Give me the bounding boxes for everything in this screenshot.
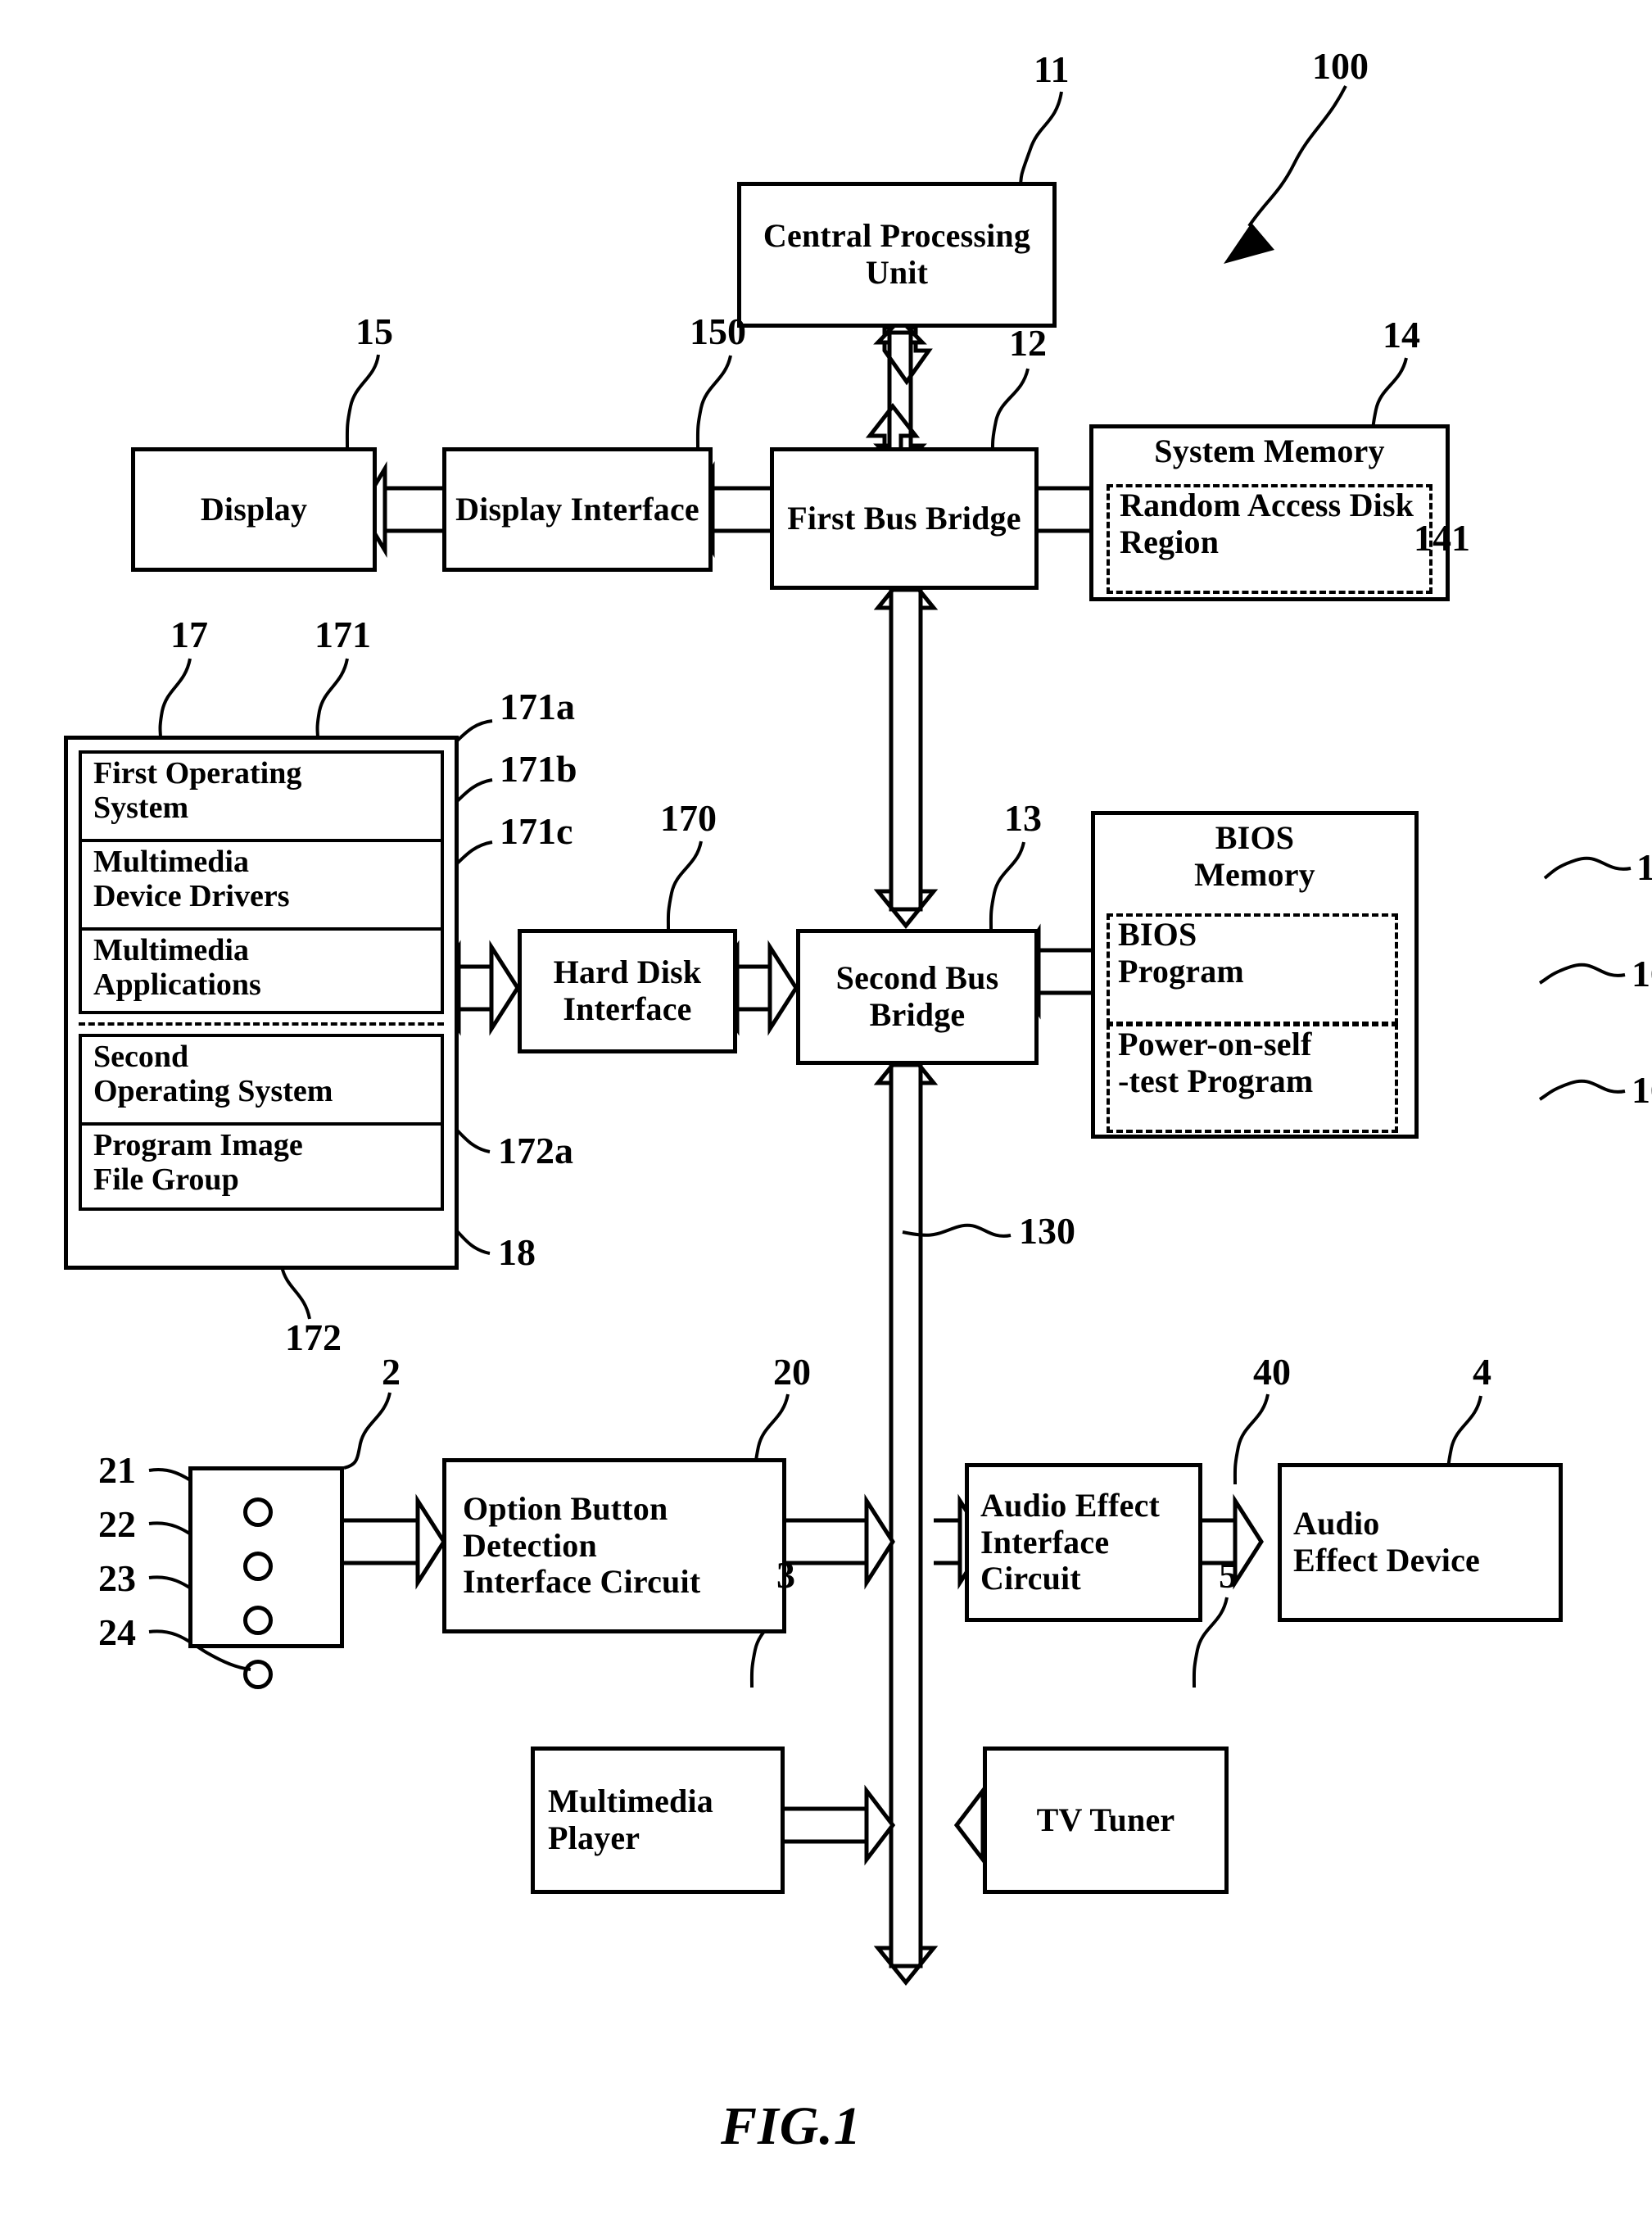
ref-141: 141	[1414, 517, 1470, 559]
block-display-interface: Display Interface	[442, 447, 713, 572]
ref-172: 172	[285, 1316, 342, 1358]
block-hard-disk-interface: Hard Disk Interface	[518, 929, 737, 1053]
ref-3: 3	[776, 1554, 795, 1596]
ref-170: 170	[660, 797, 717, 839]
ref-24: 24	[98, 1611, 136, 1653]
ref-17: 17	[170, 614, 208, 655]
block-multimedia-player: Multimedia Player	[531, 1747, 785, 1894]
block-bios-memory: BIOS Memory BIOS Program Power-on-self -…	[1091, 811, 1419, 1139]
block-label-tv-tuner: TV Tuner	[1036, 1801, 1175, 1838]
option-button-23[interactable]	[243, 1606, 273, 1635]
ref-172a: 172a	[498, 1130, 573, 1171]
block-power-on-self-test-program: Power-on-self -test Program	[1107, 1023, 1398, 1133]
ref-161: 161	[1632, 953, 1652, 994]
label-multimedia-applications: Multimedia Applications	[93, 933, 261, 1002]
row-second-operating-system: Second Operating System	[82, 1037, 441, 1126]
block-first-bus-bridge: First Bus Bridge	[770, 447, 1039, 590]
label-second-operating-system: Second Operating System	[93, 1040, 333, 1108]
block-label-audio-effect-interface: Audio Effect Interface Circuit	[980, 1486, 1161, 1597]
ref-13: 13	[1004, 797, 1042, 839]
ref-5: 5	[1219, 1554, 1238, 1596]
block-label-audio-effect-device: Audio Effect Device	[1293, 1505, 1481, 1579]
block-system-memory: System Memory Random Access Disk Region	[1089, 424, 1450, 601]
block-second-bus-bridge: Second Bus Bridge	[796, 929, 1039, 1065]
label-program-image-file-group: Program Image File Group	[93, 1128, 303, 1197]
block-label-system-memory: System Memory	[1154, 433, 1385, 469]
block-label-first-bus-bridge: First Bus Bridge	[787, 499, 1021, 537]
ref-14: 14	[1383, 314, 1420, 356]
ref-150: 150	[690, 310, 746, 352]
ref-21: 21	[98, 1449, 136, 1491]
block-label-second-bus-bridge: Second Bus Bridge	[835, 959, 999, 1033]
storage-group-separator	[79, 1022, 444, 1026]
ref-20: 20	[773, 1351, 811, 1393]
block-random-access-disk-region: Random Access Disk Region	[1107, 484, 1432, 594]
ref-2: 2	[382, 1351, 401, 1393]
block-central-processing-unit: Central Processing Unit	[737, 182, 1057, 328]
label-multimedia-device-drivers: Multimedia Device Drivers	[93, 845, 290, 913]
patent-figure: .ln{stroke:#000;stroke-width:5;fill:none…	[0, 0, 1652, 2229]
block-label-hard-disk-interface: Hard Disk Interface	[553, 954, 702, 1027]
block-audio-effect-interface-circuit: Audio Effect Interface Circuit	[965, 1463, 1202, 1622]
option-button-22[interactable]	[243, 1552, 273, 1581]
block-second-os-group: Second Operating System Program Image Fi…	[79, 1034, 444, 1211]
ref-162: 162	[1632, 1069, 1652, 1111]
ref-171: 171	[315, 614, 371, 655]
block-label-ram-disk-region: Random Access Disk Region	[1120, 487, 1414, 560]
block-label-bios-program: BIOS Program	[1118, 916, 1244, 990]
block-label-post-program: Power-on-self -test Program	[1118, 1026, 1314, 1099]
row-program-image-file-group: Program Image File Group	[82, 1126, 441, 1211]
ref-40: 40	[1253, 1351, 1291, 1393]
ref-171b: 171b	[500, 748, 577, 790]
ref-171c: 171c	[500, 810, 573, 852]
ref-4: 4	[1473, 1351, 1491, 1393]
row-multimedia-applications: Multimedia Applications	[82, 931, 441, 1017]
ref-16: 16	[1636, 846, 1652, 888]
row-first-operating-system: First Operating System	[82, 754, 441, 842]
option-button-21[interactable]	[243, 1497, 273, 1527]
ref-100: 100	[1312, 45, 1369, 87]
block-tv-tuner: TV Tuner	[983, 1747, 1229, 1894]
figure-caption: FIG.1	[721, 2096, 862, 2156]
ref-11: 11	[1034, 48, 1070, 90]
ref-18: 18	[498, 1231, 536, 1273]
row-multimedia-device-drivers: Multimedia Device Drivers	[82, 842, 441, 931]
option-button-24[interactable]	[243, 1660, 273, 1689]
ref-15: 15	[355, 310, 393, 352]
ref-22: 22	[98, 1503, 136, 1545]
ref-12: 12	[1009, 322, 1047, 364]
block-label-option-button-detection: Option Button Detection Interface Circui…	[463, 1489, 701, 1601]
block-audio-effect-device: Audio Effect Device	[1278, 1463, 1563, 1622]
block-label-display-interface: Display Interface	[455, 490, 699, 528]
label-first-operating-system: First Operating System	[93, 756, 302, 825]
block-option-button-detection-interface-circuit: Option Button Detection Interface Circui…	[442, 1458, 786, 1633]
block-display: Display	[131, 447, 377, 572]
ref-130: 130	[1019, 1210, 1075, 1252]
block-label-bios-memory: BIOS Memory	[1194, 819, 1315, 893]
ref-171a: 171a	[500, 686, 575, 727]
block-label-cpu: Central Processing Unit	[763, 217, 1031, 291]
block-bios-program: BIOS Program	[1107, 913, 1398, 1025]
ref-23: 23	[98, 1557, 136, 1599]
block-first-os-group: First Operating System Multimedia Device…	[79, 750, 444, 1014]
block-label-display: Display	[200, 490, 308, 528]
block-label-multimedia-player: Multimedia Player	[548, 1783, 713, 1856]
